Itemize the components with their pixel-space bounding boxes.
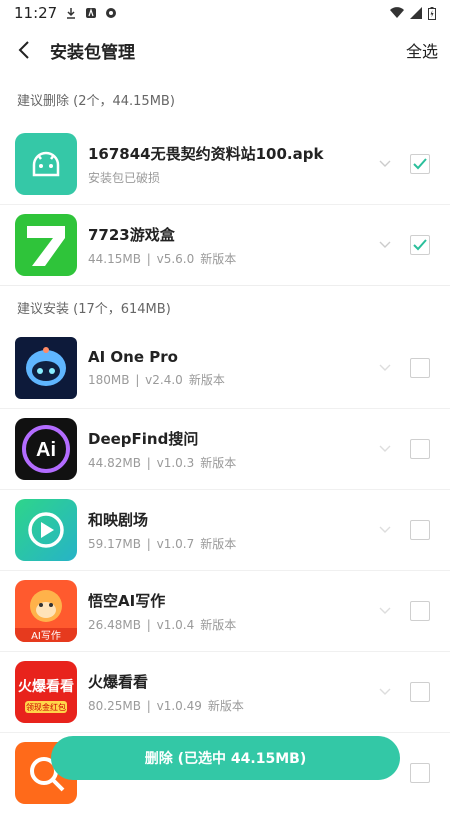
status-time: 11:27 (14, 4, 58, 22)
status-bar: 11:27 (0, 0, 450, 26)
app-meta: 180MB | v2.4.0 新版本 (88, 373, 225, 387)
chevron-down-icon (379, 364, 391, 371)
wifi-icon (390, 7, 404, 19)
select-checkbox[interactable] (410, 235, 430, 255)
battery-icon (428, 6, 436, 20)
expand-button[interactable] (378, 361, 392, 375)
android-app-icon (15, 133, 77, 195)
chat-notification-icon (106, 8, 117, 18)
section-title-install: 建议安装 (17个，614MB) (0, 285, 450, 328)
app-name: 167844无畏契约资料站100.apk (88, 144, 324, 163)
huobao-kankan-icon: 火爆看看 领现金红包 (15, 661, 77, 723)
deepfind-icon: Ai (15, 418, 77, 480)
list-item[interactable]: 7723游戏盒 44.15MB | v5.6.0 新版本 (0, 205, 450, 285)
section-title-delete: 建议删除 (2个，44.15MB) (17, 93, 175, 109)
check-icon (413, 239, 427, 251)
chevron-down-icon (379, 241, 391, 248)
app-meta: 44.15MB | v5.6.0 新版本 (88, 251, 237, 266)
app-name: 7723游戏盒 (88, 225, 175, 244)
app-meta: 44.82MB | v1.0.3 新版本 (88, 455, 237, 470)
app-meta: 安装包已破损 (88, 169, 378, 186)
app-meta: 80.25MB | v1.0.49 新版本 (88, 698, 244, 713)
app-meta: 26.48MB | v1.0.4 新版本 (88, 617, 237, 632)
huobao-icon-text: 火爆看看 (18, 678, 74, 695)
expand-button[interactable] (378, 604, 392, 618)
huobao-icon-subtext: 领现金红包 (26, 702, 66, 712)
expand-button[interactable] (378, 442, 392, 456)
app-meta: 59.17MB | v1.0.7 新版本 (88, 536, 237, 551)
select-checkbox[interactable] (410, 682, 430, 702)
check-icon (413, 158, 427, 170)
list-item[interactable]: AI写作 悟空AI写作 26.48MB | v1.0.4 新版本 (0, 571, 450, 652)
list-item[interactable]: Ai DeepFind搜问 44.82MB | v1.0.3 新版本 (0, 409, 450, 490)
app-name: 悟空AI写作 (88, 591, 166, 610)
list-item[interactable]: 火爆看看领现金红包 火爆看看 80.25MB | v1.0.49 新版本 (0, 652, 450, 733)
select-checkbox[interactable] (410, 439, 430, 459)
expand-button[interactable] (378, 238, 392, 252)
chevron-down-icon (379, 607, 391, 614)
page-title: 安装包管理 (50, 42, 135, 63)
chevron-down-icon (379, 445, 391, 452)
chevron-down-icon (379, 526, 391, 533)
chevron-down-icon (379, 688, 391, 695)
select-all-button[interactable]: 全选 (406, 38, 438, 62)
download-icon (67, 8, 76, 19)
ai-one-pro-icon (15, 337, 77, 399)
expand-button[interactable] (378, 685, 392, 699)
wukong-icon-text: AI写作 (31, 630, 61, 642)
app-name: AI One Pro (88, 348, 178, 366)
select-checkbox[interactable] (410, 358, 430, 378)
signal-icon (410, 7, 422, 19)
chevron-down-icon (379, 160, 391, 167)
heying-theater-icon (15, 499, 77, 561)
expand-button[interactable] (378, 157, 392, 171)
list-item[interactable]: AI One Pro 180MB | v2.4.0 新版本 (0, 328, 450, 409)
app-7723-icon (15, 214, 77, 276)
select-checkbox[interactable] (410, 154, 430, 174)
back-button[interactable] (12, 38, 36, 62)
select-checkbox[interactable] (410, 601, 430, 621)
select-checkbox[interactable] (410, 520, 430, 540)
chevron-left-icon (18, 41, 29, 59)
wukong-ai-icon: AI写作 (15, 580, 77, 642)
app-notification-icon (86, 8, 97, 18)
deepfind-icon-text: Ai (36, 439, 56, 461)
delete-button[interactable]: 删除 (已选中 44.15MB) (51, 736, 400, 780)
app-size: 安装包已破损 (88, 170, 161, 185)
app-header: 安装包管理 全选 (0, 26, 450, 74)
expand-button[interactable] (378, 523, 392, 537)
app-name: 和映剧场 (88, 510, 149, 529)
list-item[interactable]: 167844无畏契约资料站100.apk 安装包已破损 (0, 124, 450, 205)
app-name: DeepFind搜问 (88, 429, 199, 448)
list-item[interactable]: 和映剧场 59.17MB | v1.0.7 新版本 (0, 490, 450, 571)
select-checkbox[interactable] (410, 763, 430, 783)
app-name: 火爆看看 (88, 672, 149, 691)
